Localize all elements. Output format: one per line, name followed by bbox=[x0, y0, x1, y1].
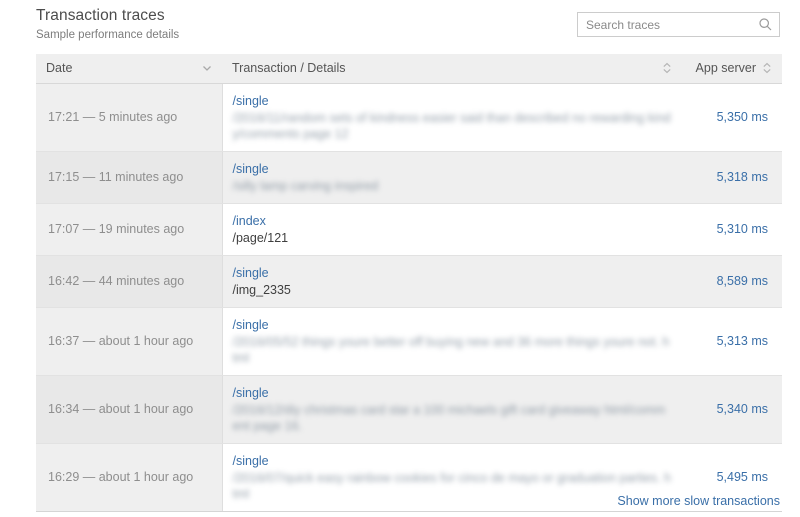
column-header-date[interactable]: Date bbox=[36, 54, 222, 84]
cell-transaction: /single/2016/05/52 things youre better o… bbox=[222, 307, 682, 376]
transaction-link[interactable]: /single bbox=[233, 93, 673, 109]
table-row[interactable]: 17:15 — 11 minutes ago/single/silly lamp… bbox=[36, 151, 782, 204]
column-header-app-server-label: App server bbox=[695, 61, 756, 76]
transaction-detail: /2016/05/52 things youre better off buyi… bbox=[232, 334, 670, 365]
transaction-link[interactable]: /index bbox=[233, 213, 673, 229]
transaction-detail: /2016/07/quick easy rainbow cookies for … bbox=[232, 470, 671, 501]
transaction-detail: /2016/12/diy christmas card star a 100 m… bbox=[232, 402, 666, 433]
transaction-link[interactable]: /single bbox=[233, 265, 673, 281]
table-row[interactable]: 17:07 — 19 minutes ago/index/page/121 5,3… bbox=[36, 203, 782, 256]
cell-date: 17:15 — 11 minutes ago bbox=[36, 151, 223, 204]
cell-app-server-duration: 8,589 ms bbox=[682, 255, 782, 308]
transaction-link[interactable]: /single bbox=[233, 317, 673, 333]
show-more-slow-transactions-link[interactable]: Show more slow transactions bbox=[617, 494, 780, 508]
sort-updown-icon[interactable] bbox=[762, 61, 772, 75]
transaction-traces-panel: Transaction traces Sample performance de… bbox=[0, 0, 800, 517]
transaction-detail: /2016/11/random sets of kindness easier … bbox=[232, 110, 671, 141]
cell-date: 16:37 — about 1 hour ago bbox=[36, 307, 223, 376]
table-row[interactable]: 17:21 — 5 minutes ago/single/2016/11/ran… bbox=[36, 83, 782, 152]
cell-date: 17:07 — 19 minutes ago bbox=[36, 203, 223, 256]
cell-transaction: /single/2016/11/random sets of kindness … bbox=[222, 83, 682, 152]
column-header-date-label: Date bbox=[46, 61, 73, 76]
table-header: Date Transaction / Details App server bbox=[36, 54, 782, 84]
traces-table: Date Transaction / Details App server 17… bbox=[36, 54, 782, 512]
table-body: 17:21 — 5 minutes ago/single/2016/11/ran… bbox=[36, 83, 782, 512]
cell-transaction: /index/page/121 bbox=[222, 203, 682, 256]
cell-transaction: /single/silly lamp carving inspired bbox=[222, 151, 682, 204]
cell-date: 16:42 — 44 minutes ago bbox=[36, 255, 223, 308]
table-footer: Show more slow transactions bbox=[617, 492, 780, 510]
cell-app-server-duration: 5,340 ms bbox=[682, 375, 782, 444]
chevron-down-icon[interactable] bbox=[202, 61, 212, 75]
cell-date: 17:21 — 5 minutes ago bbox=[36, 83, 223, 152]
search-icon[interactable] bbox=[758, 17, 773, 32]
cell-transaction: /single/img_2335 bbox=[222, 255, 682, 308]
cell-app-server-duration: 5,318 ms bbox=[682, 151, 782, 204]
column-header-transaction[interactable]: Transaction / Details bbox=[222, 54, 682, 84]
table-row[interactable]: 16:37 — about 1 hour ago/single/2016/05/… bbox=[36, 307, 782, 376]
transaction-detail: /silly lamp carving inspired bbox=[232, 178, 379, 193]
cell-date: 16:29 — about 1 hour ago bbox=[36, 443, 223, 512]
transaction-detail: /page/121 bbox=[232, 230, 289, 245]
column-header-app-server[interactable]: App server bbox=[682, 54, 782, 84]
cell-app-server-duration: 5,313 ms bbox=[682, 307, 782, 376]
sort-updown-icon[interactable] bbox=[662, 61, 672, 75]
search-traces-box[interactable] bbox=[577, 12, 780, 37]
cell-transaction: /single/2016/07/quick easy rainbow cooki… bbox=[222, 443, 682, 512]
transaction-link[interactable]: /single bbox=[233, 385, 673, 401]
transaction-link[interactable]: /single bbox=[233, 453, 673, 469]
cell-app-server-duration: 5,310 ms bbox=[682, 203, 782, 256]
cell-transaction: /single/2016/12/diy christmas card star … bbox=[222, 375, 682, 444]
table-row[interactable]: 16:34 — about 1 hour ago/single/2016/12/… bbox=[36, 375, 782, 444]
cell-app-server-duration: 5,350 ms bbox=[682, 83, 782, 152]
transaction-link[interactable]: /single bbox=[233, 161, 673, 177]
transaction-detail: /img_2335 bbox=[232, 282, 291, 297]
table-row[interactable]: 16:42 — 44 minutes ago/single/img_2335 8,… bbox=[36, 255, 782, 308]
cell-date: 16:34 — about 1 hour ago bbox=[36, 375, 223, 444]
column-header-transaction-label: Transaction / Details bbox=[232, 61, 346, 76]
search-input[interactable] bbox=[578, 13, 753, 36]
table-header-row: Date Transaction / Details App server bbox=[36, 54, 782, 84]
